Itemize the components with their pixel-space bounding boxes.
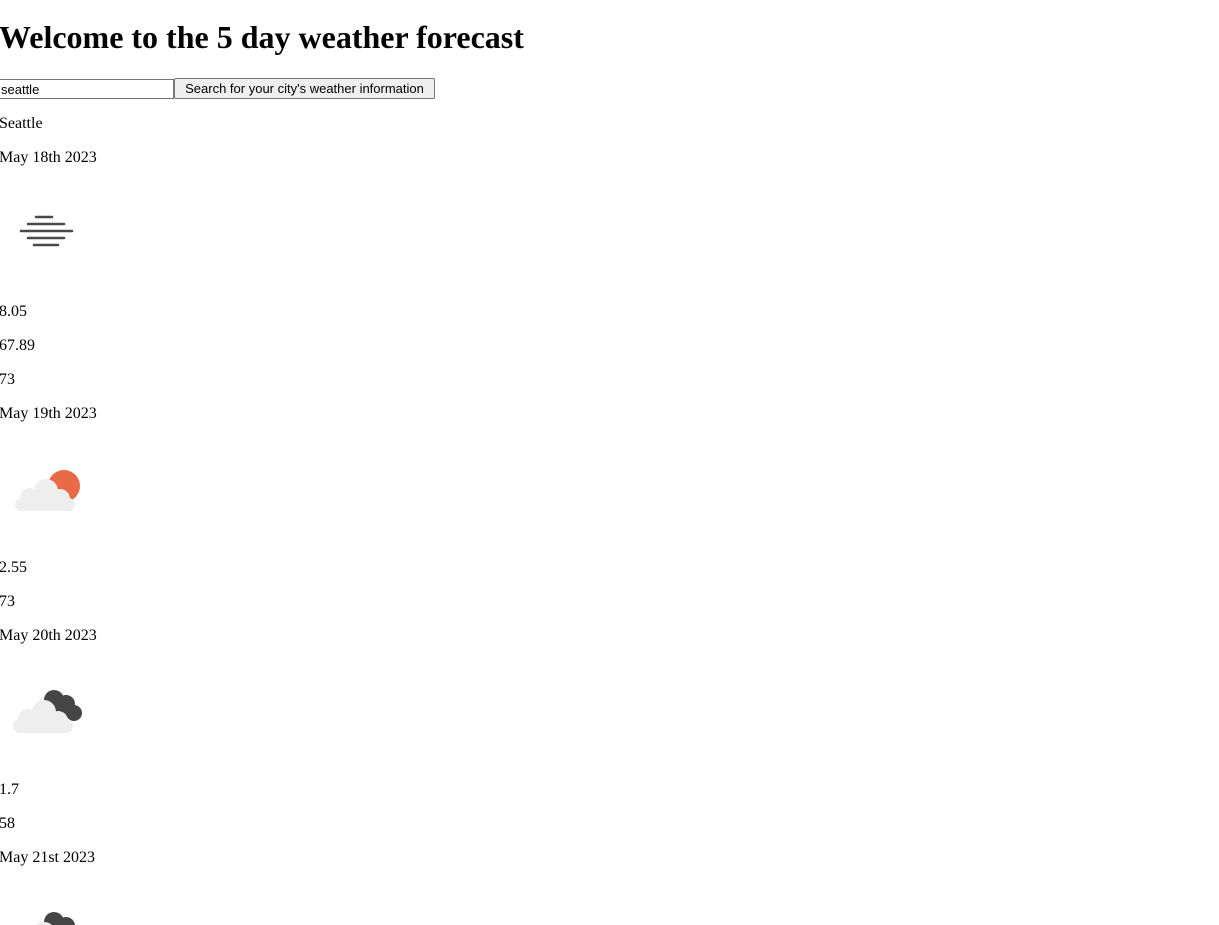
forecast-date: May 19th 2023 (0, 405, 97, 422)
forecast-value: 73 (0, 593, 15, 610)
cloudy-icon (36, 912, 75, 925)
partly-cloudy-icon (15, 470, 80, 511)
mist-icon (19, 215, 74, 247)
cloudy-icon (13, 690, 82, 733)
forecast-value: 8.05 (0, 303, 27, 320)
forecast-value: 2.55 (0, 559, 27, 576)
forecast-date: May 20th 2023 (0, 627, 97, 644)
search-button[interactable]: Search for your city's weather informati… (174, 78, 435, 99)
city-search-input[interactable] (0, 79, 174, 99)
weather-page: Welcome to the 5 day weather forecast Se… (0, 0, 1219, 925)
forecast-value: 67.89 (0, 337, 35, 354)
page-title: Welcome to the 5 day weather forecast (0, 19, 524, 55)
forecast-value: 58 (0, 815, 15, 832)
forecast-date: May 18th 2023 (0, 149, 97, 166)
city-name: Seattle (0, 115, 43, 132)
forecast-value: 1.7 (0, 781, 19, 798)
forecast-date: May 21st 2023 (0, 849, 95, 866)
forecast-value: 73 (0, 371, 15, 388)
